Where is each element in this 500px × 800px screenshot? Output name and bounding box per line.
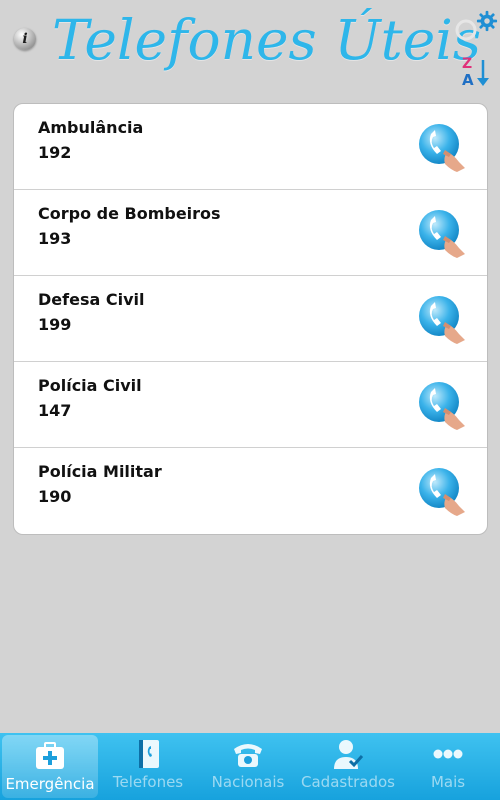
list-item[interactable]: Ambulância 192: [14, 104, 487, 190]
list-item[interactable]: Corpo de Bombeiros 193: [14, 190, 487, 276]
list-item[interactable]: Defesa Civil 199: [14, 276, 487, 362]
sort-letter-z: Z: [462, 56, 472, 72]
first-aid-kit-icon: [36, 742, 64, 769]
contact-number: 199: [38, 315, 72, 334]
tab-label: Nacionais: [211, 773, 285, 791]
tab-nacionais[interactable]: Nacionais: [198, 733, 298, 800]
info-icon[interactable]: i: [14, 28, 36, 50]
more-dots-icon: [433, 749, 463, 759]
page-title: Telefones Úteis: [52, 8, 482, 72]
list-item[interactable]: Polícia Civil 147: [14, 362, 487, 448]
contact-number: 147: [38, 401, 72, 420]
contact-name: Polícia Militar: [38, 462, 162, 481]
tab-mais[interactable]: Mais: [398, 733, 498, 800]
contact-number: 190: [38, 487, 72, 506]
contact-name: Corpo de Bombeiros: [38, 204, 221, 223]
sort-z-a-icon[interactable]: Z A: [460, 54, 490, 88]
gear-icon[interactable]: [476, 10, 498, 32]
tab-label: Mais: [430, 773, 466, 791]
tab-label: Emergência: [5, 775, 95, 793]
call-icon[interactable]: [417, 294, 469, 346]
call-icon[interactable]: [417, 208, 469, 260]
info-glyph: i: [22, 31, 28, 47]
tab-telefones[interactable]: Telefones: [98, 733, 198, 800]
header: i Telefones Úteis Z A: [0, 0, 500, 95]
call-icon[interactable]: [417, 380, 469, 432]
list-item[interactable]: Polícia Militar 190: [14, 448, 487, 534]
tab-label: Telefones: [112, 773, 184, 791]
tab-label: Cadastrados: [301, 773, 395, 791]
tab-cadastrados[interactable]: Cadastrados: [298, 733, 398, 800]
ring-icon: [455, 19, 477, 41]
user-check-icon: [334, 740, 364, 769]
contact-name: Ambulância: [38, 118, 144, 137]
call-icon[interactable]: [417, 122, 469, 174]
telephone-icon: [234, 744, 262, 767]
contact-name: Polícia Civil: [38, 376, 142, 395]
contact-name: Defesa Civil: [38, 290, 145, 309]
contact-number: 192: [38, 143, 72, 162]
contact-list: Ambulância 192 Corpo de Bombeiros 193 De…: [13, 103, 488, 535]
sort-letter-a: A: [462, 71, 474, 88]
call-icon[interactable]: [417, 466, 469, 518]
tab-emergencia[interactable]: Emergência: [2, 735, 98, 798]
bottom-tab-bar: Emergência Telefones Nacionais Cadastrad…: [0, 733, 500, 800]
contact-number: 193: [38, 229, 72, 248]
phone-book-icon: [139, 740, 159, 768]
